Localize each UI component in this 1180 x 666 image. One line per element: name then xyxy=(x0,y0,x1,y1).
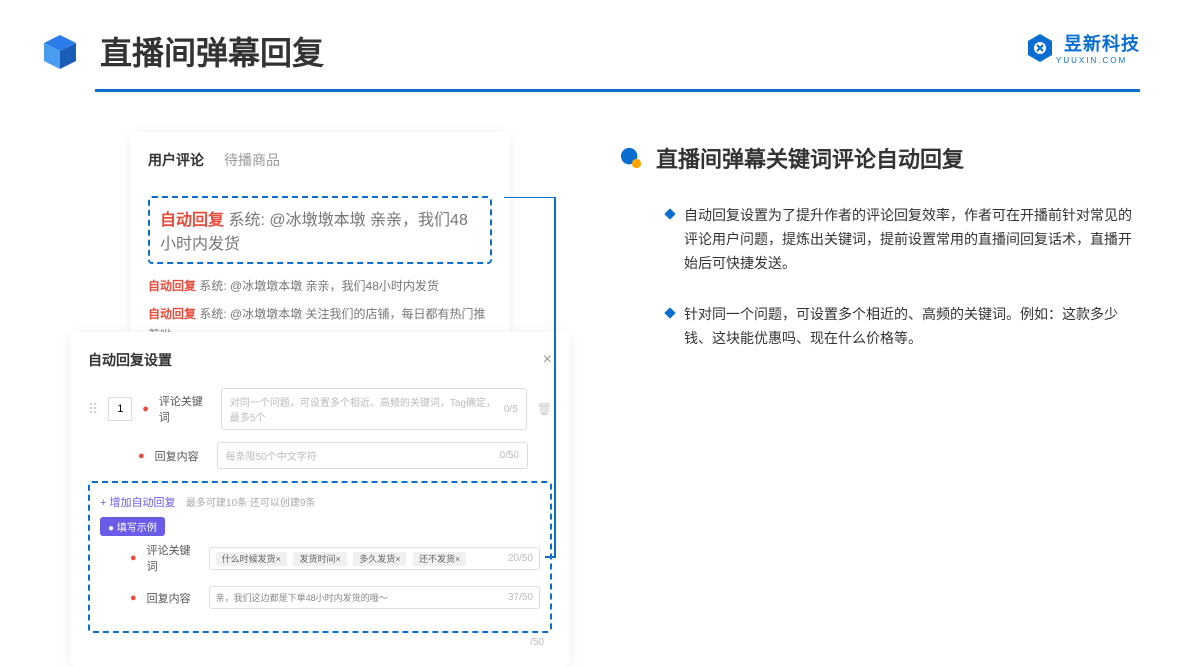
order-number: 1 xyxy=(108,397,132,421)
diamond-icon xyxy=(664,208,675,219)
required-dot: ● xyxy=(142,403,149,415)
keyword-label: 评论关键词 xyxy=(159,393,211,425)
example-badge: ● 填写示例 xyxy=(100,517,165,536)
example-content-label: 回复内容 xyxy=(147,590,199,606)
bubble-icon xyxy=(620,147,642,169)
bullet-text: 针对同一个问题，可设置多个相近的、高频的关键词。例如：这款多少钱、这块能优惠吗、… xyxy=(684,303,1140,351)
add-hint: 最多可建10条 还可以创建9条 xyxy=(186,498,315,509)
auto-reply-tag: 自动回复 xyxy=(160,212,224,229)
page-title: 直播间弹幕回复 xyxy=(100,28,324,74)
settings-modal: 自动回复设置 × ⠿ 1 ● 评论关键词 对同一个问题，可设置多个相近、高频的关… xyxy=(70,332,570,666)
tab-pending-goods[interactable]: 待播商品 xyxy=(224,150,280,178)
keyword-input[interactable]: 对同一个问题，可设置多个相近、高频的关键词，Tag确定，最多5个 0/5 xyxy=(221,388,527,430)
add-auto-reply-link[interactable]: + 增加自动回复 xyxy=(100,497,175,509)
example-keyword-label: 评论关键词 xyxy=(147,542,199,574)
content-input[interactable]: 每条限50个中文字符 0/50 xyxy=(217,442,528,469)
highlighted-comment: 自动回复 系统: @冰墩墩本墩 亲亲，我们48小时内发货 xyxy=(148,196,492,264)
tag[interactable]: 什么时候发货× xyxy=(216,552,287,566)
required-dot: ● xyxy=(138,450,145,462)
logo-sub: YUUXIN.COM xyxy=(1056,56,1140,65)
example-section: + 增加自动回复 最多可建10条 还可以创建9条 ● 填写示例 ● 评论关键词 … xyxy=(88,481,552,633)
example-keyword-input[interactable]: 什么时候发货× 发货时间× 多久发货× 还不发货× 20/50 xyxy=(209,547,540,570)
cube-icon xyxy=(40,31,80,71)
logo-brand: 昱新科技 xyxy=(1064,30,1140,56)
bottom-count: /50 xyxy=(88,637,552,648)
content-label: 回复内容 xyxy=(155,448,207,464)
example-content-input[interactable]: 亲，我们这边都是下单48小时内发货的哦～ 37/50 xyxy=(209,586,540,609)
tab-user-comments[interactable]: 用户评论 xyxy=(148,150,204,178)
drag-handle-icon[interactable]: ⠿ xyxy=(88,401,98,418)
comment-line: 自动回复 系统: @冰墩墩本墩 亲亲，我们48小时内发货 xyxy=(148,276,492,298)
tag[interactable]: 多久发货× xyxy=(353,552,406,566)
section-title: 直播间弹幕关键词评论自动回复 xyxy=(656,142,964,174)
modal-title: 自动回复设置 xyxy=(88,350,172,370)
bullet-text: 自动回复设置为了提升作者的评论回复效率，作者可在开播前针对常见的评论用户问题，提… xyxy=(684,204,1140,275)
brand-logo: 昱新科技 YUUXIN.COM xyxy=(1024,30,1140,65)
tag[interactable]: 还不发货× xyxy=(413,552,466,566)
tag[interactable]: 发货时间× xyxy=(293,552,346,566)
connector-line xyxy=(500,197,600,567)
diamond-icon xyxy=(664,308,675,319)
